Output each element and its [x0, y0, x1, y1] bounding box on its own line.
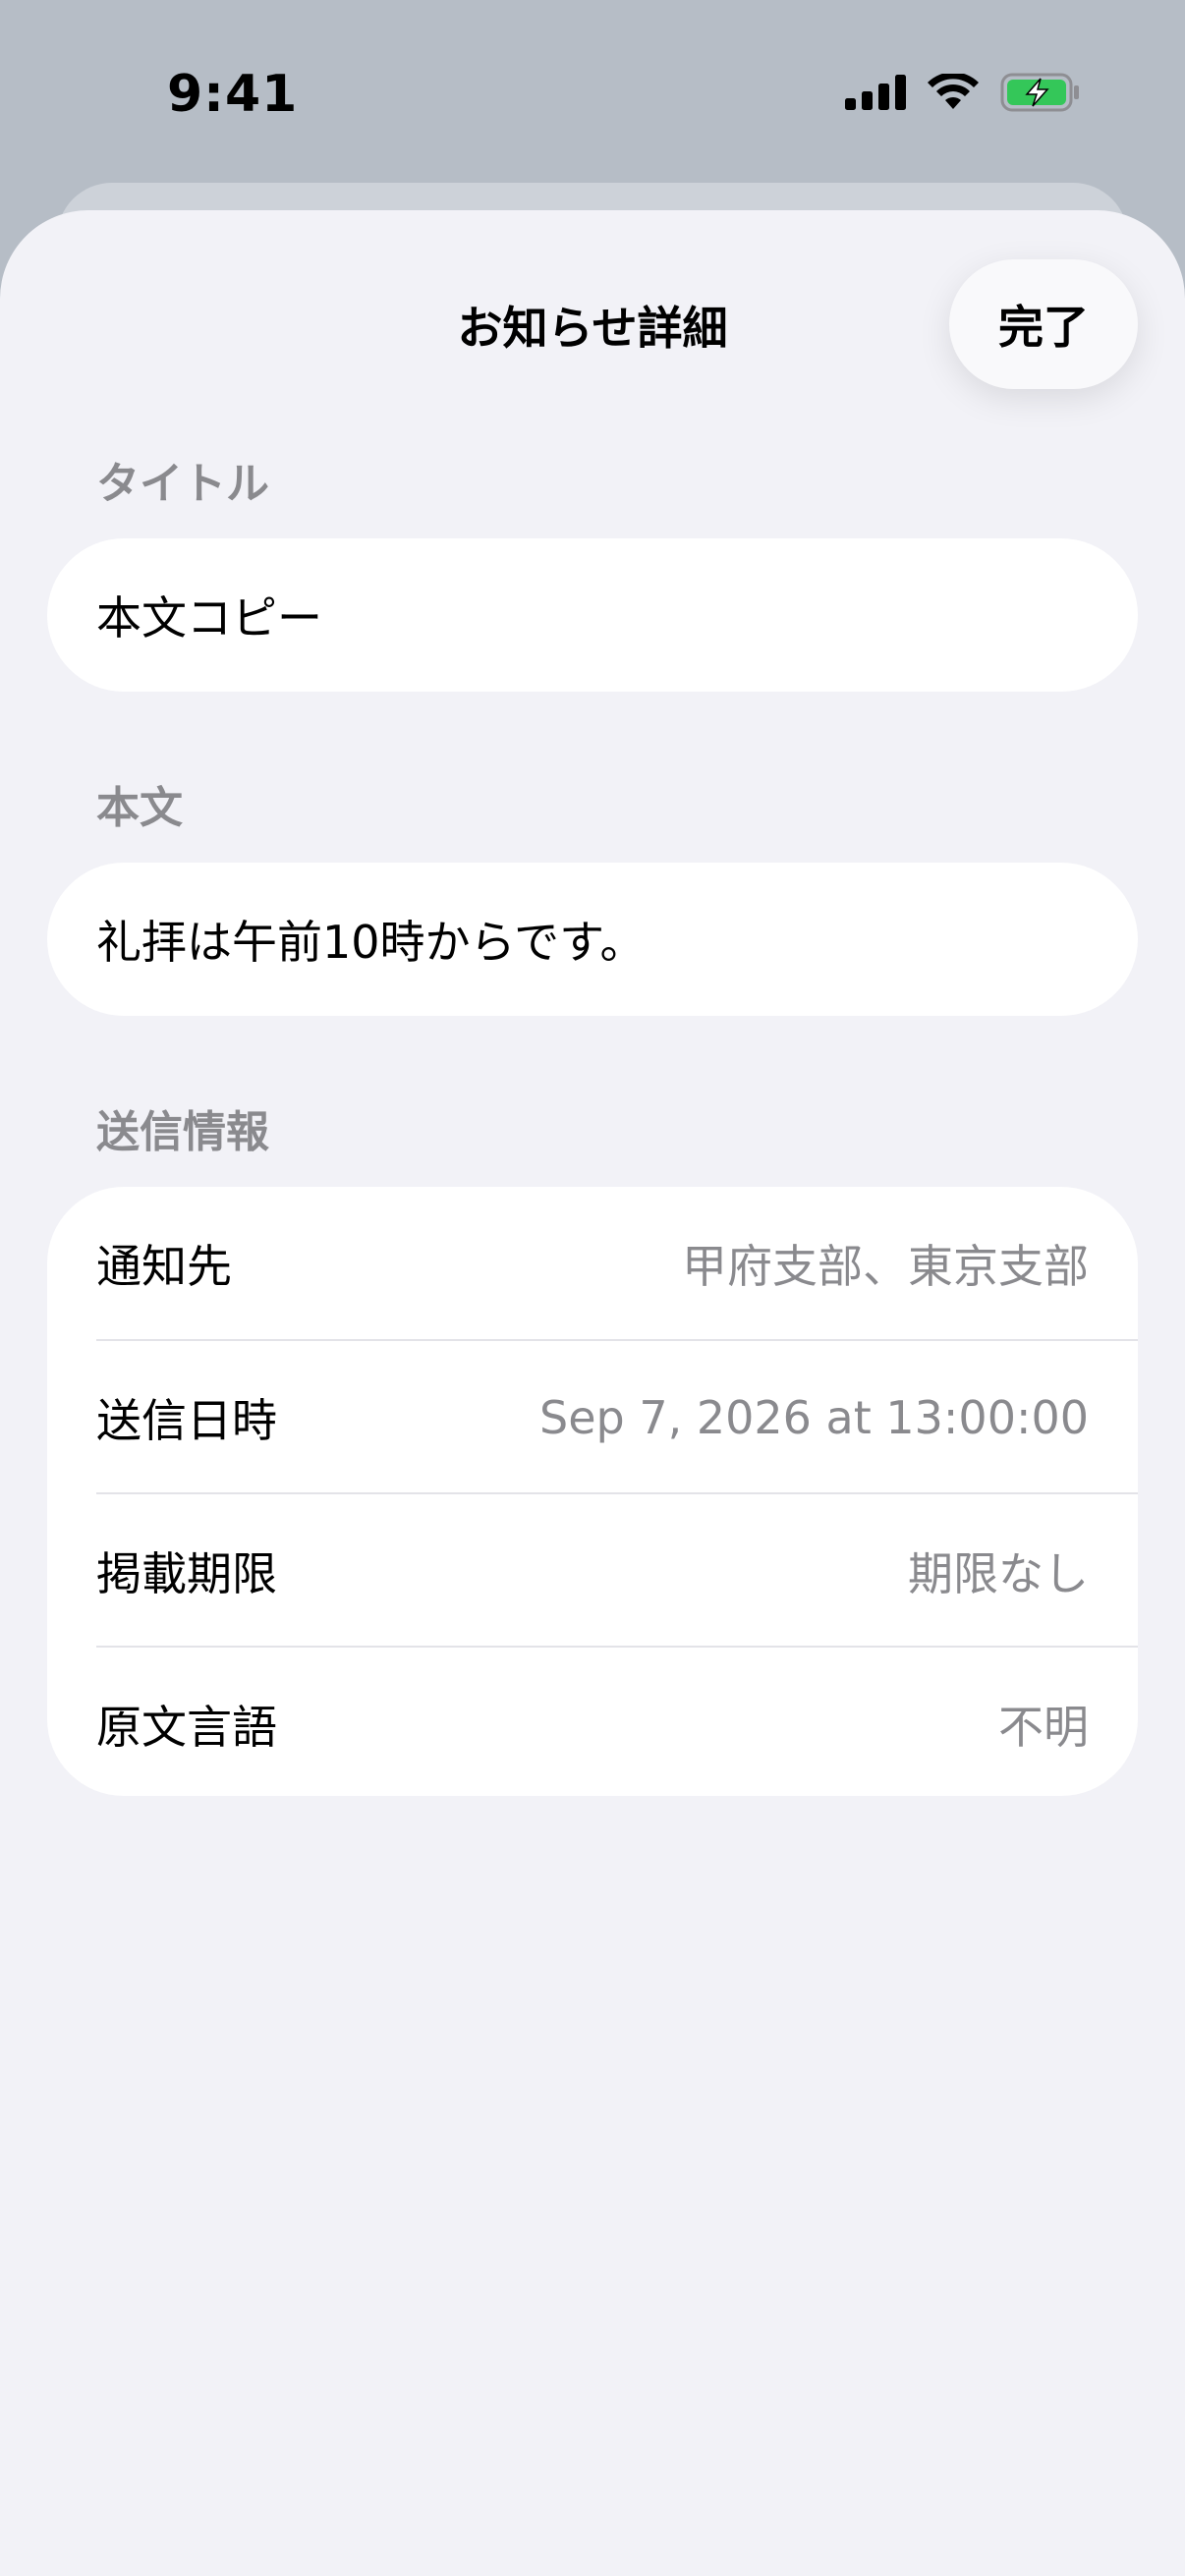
detail-sheet: お知らせ詳細 完了 タイトル 本文コピー 本文 礼拝は午前10時からです。 送信… — [0, 210, 1185, 2576]
info-row-key: 掲載期限 — [96, 1546, 277, 1600]
body-field[interactable]: 礼拝は午前10時からです。 — [47, 863, 1138, 1016]
done-button[interactable]: 完了 — [949, 259, 1138, 389]
info-row-value: 不明 — [998, 1700, 1089, 1754]
info-row-recipients: 通知先 甲府支部、東京支部 — [96, 1187, 1089, 1339]
cellular-signal-icon — [845, 75, 906, 110]
wifi-icon — [928, 74, 979, 109]
info-row-original-language: 原文言語 不明 — [96, 1648, 1089, 1796]
info-row-value: Sep 7, 2026 at 13:00:00 — [539, 1390, 1089, 1444]
info-row-key: 送信日時 — [96, 1393, 277, 1447]
send-info-card: 通知先 甲府支部、東京支部 送信日時 Sep 7, 2026 at 13:00:… — [47, 1187, 1138, 1796]
info-row-key: 原文言語 — [96, 1700, 277, 1754]
title-section-label: タイトル — [96, 459, 269, 509]
info-row-value: 甲府支部、東京支部 — [682, 1239, 1089, 1293]
body-section-label: 本文 — [96, 783, 183, 833]
battery-charging-icon — [1000, 73, 1079, 112]
title-field[interactable]: 本文コピー — [47, 538, 1138, 692]
info-row-key: 通知先 — [96, 1239, 232, 1293]
status-icons — [845, 73, 1081, 112]
status-bar: 9:41 — [0, 0, 1185, 187]
send-info-section-label: 送信情報 — [96, 1107, 269, 1157]
status-time: 9:41 — [167, 65, 299, 124]
info-row-sent-datetime: 送信日時 Sep 7, 2026 at 13:00:00 — [96, 1341, 1089, 1493]
info-row-expiry: 掲載期限 期限なし — [96, 1494, 1089, 1647]
screen: 9:41 お知らせ詳細 完了 タイトル 本文コピー 本文 礼拝は午前10時からで… — [0, 0, 1185, 2576]
info-row-value: 期限なし — [908, 1546, 1089, 1600]
